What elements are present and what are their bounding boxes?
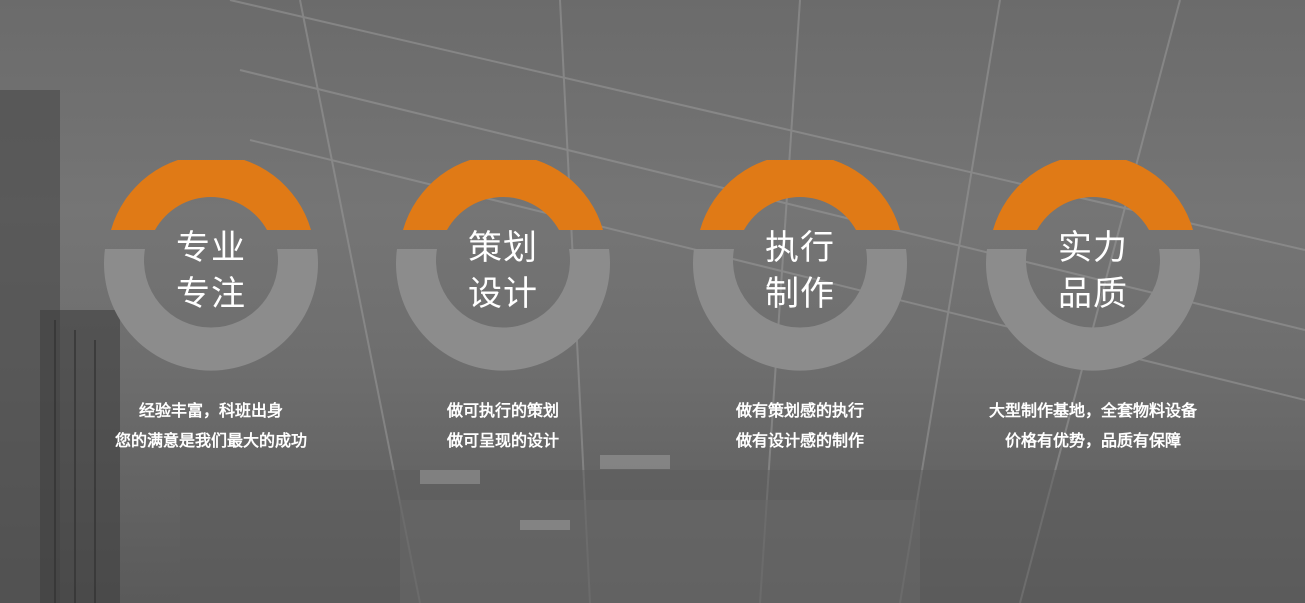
feature-desc-line-2: 价格有优势，品质有保障 bbox=[1004, 431, 1181, 450]
feature-desc-line-2: 您的满意是我们最大的成功 bbox=[114, 431, 307, 450]
ring-icon bbox=[396, 160, 610, 371]
feature-title-line-2: 制作 bbox=[765, 274, 835, 314]
feature-title-line-1: 专业 bbox=[176, 228, 246, 268]
feature-title-line-1: 实力 bbox=[1058, 228, 1128, 268]
feature-desc-line-2: 做可呈现的设计 bbox=[446, 431, 559, 450]
feature-desc-line-1: 做有策划感的执行 bbox=[735, 401, 864, 420]
feature-list: 专业 专注 经验丰富，科班出身 您的满意是我们最大的成功 策划 设计 做可执行的… bbox=[0, 0, 1305, 603]
feature-planning-design: 策划 设计 做可执行的策划 做可呈现的设计 bbox=[353, 160, 653, 460]
feature-execution-production: 执行 制作 做有策划感的执行 做有设计感的制作 bbox=[650, 160, 950, 460]
ring-icon bbox=[693, 160, 907, 371]
feature-title-line-2: 专注 bbox=[176, 274, 246, 314]
feature-desc-line-1: 大型制作基地，全套物料设备 bbox=[988, 401, 1197, 420]
feature-desc-line-1: 做可执行的策划 bbox=[446, 401, 559, 420]
feature-title-line-2: 设计 bbox=[468, 274, 538, 314]
feature-title-line-2: 品质 bbox=[1058, 274, 1128, 314]
feature-title-line-1: 策划 bbox=[468, 228, 538, 268]
feature-professional: 专业 专注 经验丰富，科班出身 您的满意是我们最大的成功 bbox=[61, 160, 361, 460]
feature-strength-quality: 实力 品质 大型制作基地，全套物料设备 价格有优势，品质有保障 bbox=[943, 160, 1243, 460]
feature-desc-line-2: 做有设计感的制作 bbox=[735, 431, 864, 450]
feature-title-line-1: 执行 bbox=[765, 228, 835, 268]
feature-desc-line-1: 经验丰富，科班出身 bbox=[138, 401, 283, 420]
ring-icon bbox=[986, 160, 1200, 371]
ring-icon bbox=[104, 160, 318, 371]
